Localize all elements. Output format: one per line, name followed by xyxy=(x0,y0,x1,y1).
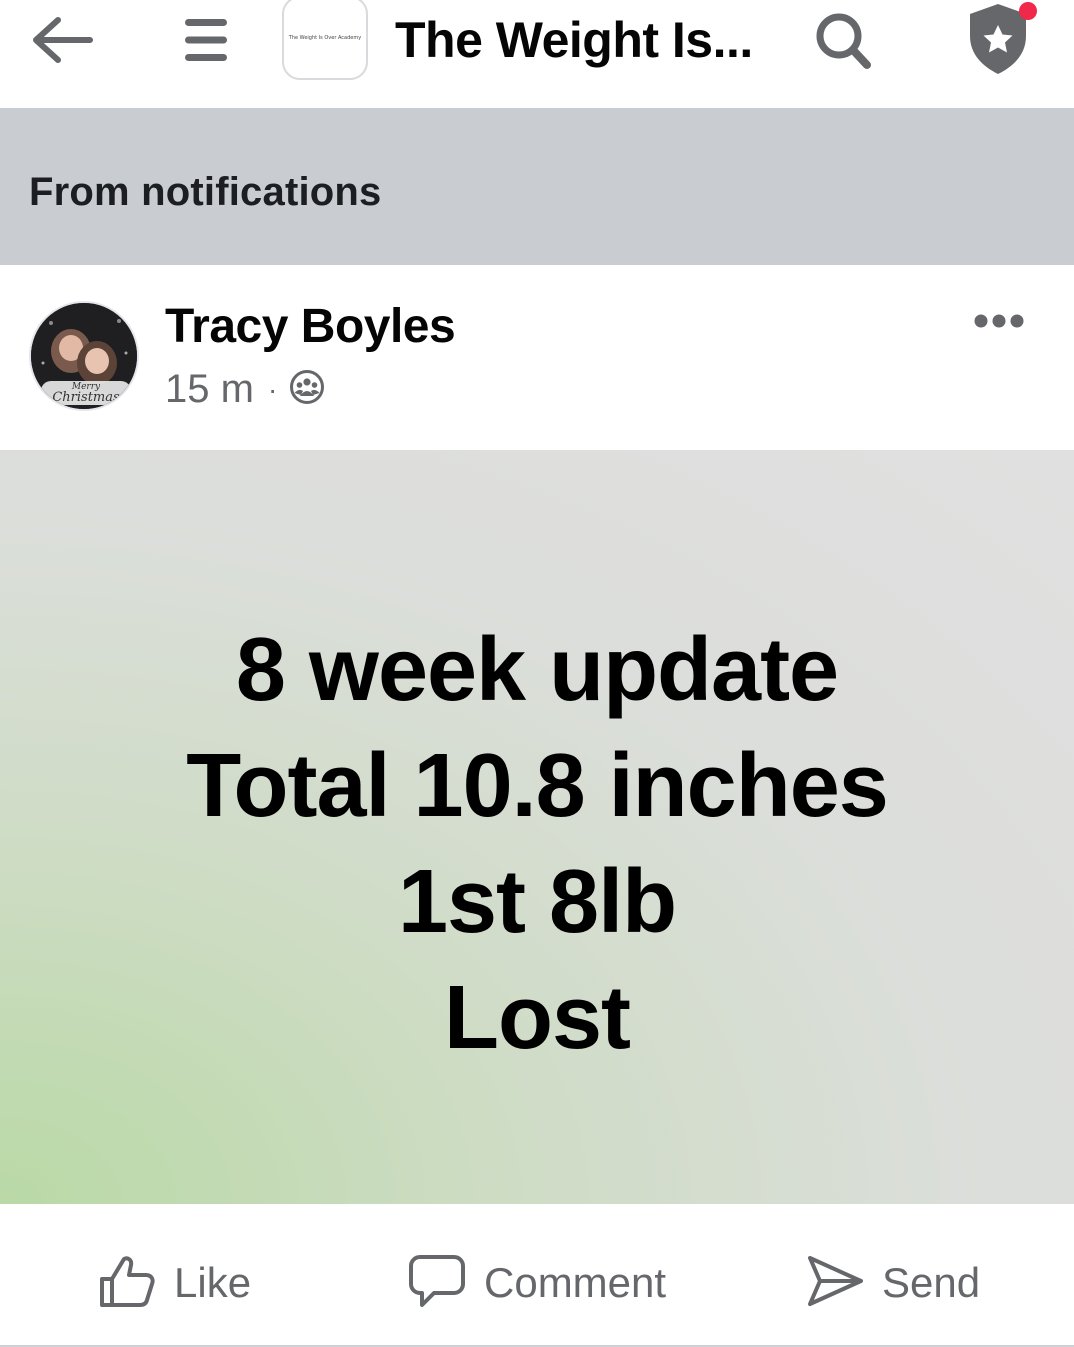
more-options-icon[interactable] xyxy=(972,309,1026,333)
post-action-bar: Like Comment Send xyxy=(0,1204,1074,1347)
post-header: Merry Christmas Tracy Boyles 15 m · xyxy=(0,265,1074,450)
like-label: Like xyxy=(174,1259,252,1306)
meta-separator: · xyxy=(267,373,278,405)
comment-icon xyxy=(408,1253,466,1314)
comment-button[interactable]: Comment xyxy=(408,1252,666,1314)
post-content: 8 week update Total 10.8 inches 1st 8lb … xyxy=(0,450,1074,1204)
back-arrow-icon[interactable] xyxy=(28,10,96,70)
post-line-4: Lost xyxy=(444,968,631,1068)
group-logo[interactable]: The Weight Is Over Academy xyxy=(282,0,368,80)
notification-banner-text: From notifications xyxy=(29,170,382,214)
post-time[interactable]: 15 m xyxy=(165,367,254,412)
post-author[interactable]: Tracy Boyles xyxy=(165,299,456,354)
send-button[interactable]: Send xyxy=(806,1252,980,1314)
shield-star-icon[interactable] xyxy=(962,0,1038,78)
group-logo-text: The Weight Is Over Academy xyxy=(288,35,362,41)
like-button[interactable]: Like xyxy=(98,1252,251,1314)
post-line-2: Total 10.8 inches xyxy=(186,736,889,836)
post-line-3: 1st 8lb xyxy=(397,852,677,952)
post-text: 8 week update Total 10.8 inches 1st 8lb … xyxy=(0,612,1074,1076)
avatar[interactable]: Merry Christmas xyxy=(29,301,139,411)
notification-dot xyxy=(1019,2,1037,20)
thumbs-up-icon xyxy=(98,1253,156,1314)
comment-label: Comment xyxy=(484,1259,667,1306)
top-app-bar: The Weight Is Over Academy The Weight Is… xyxy=(0,0,1074,108)
send-icon xyxy=(806,1252,864,1315)
send-label: Send xyxy=(882,1259,981,1306)
group-title[interactable]: The Weight Is... xyxy=(395,8,785,72)
menu-icon[interactable] xyxy=(176,10,236,70)
search-icon[interactable] xyxy=(810,8,876,74)
post-meta: 15 m · xyxy=(165,367,325,412)
group-members-icon xyxy=(289,369,325,410)
post-line-1: 8 week update xyxy=(235,620,839,720)
notification-banner: From notifications xyxy=(0,108,1074,265)
svg-text:Christmas: Christmas xyxy=(52,390,120,405)
